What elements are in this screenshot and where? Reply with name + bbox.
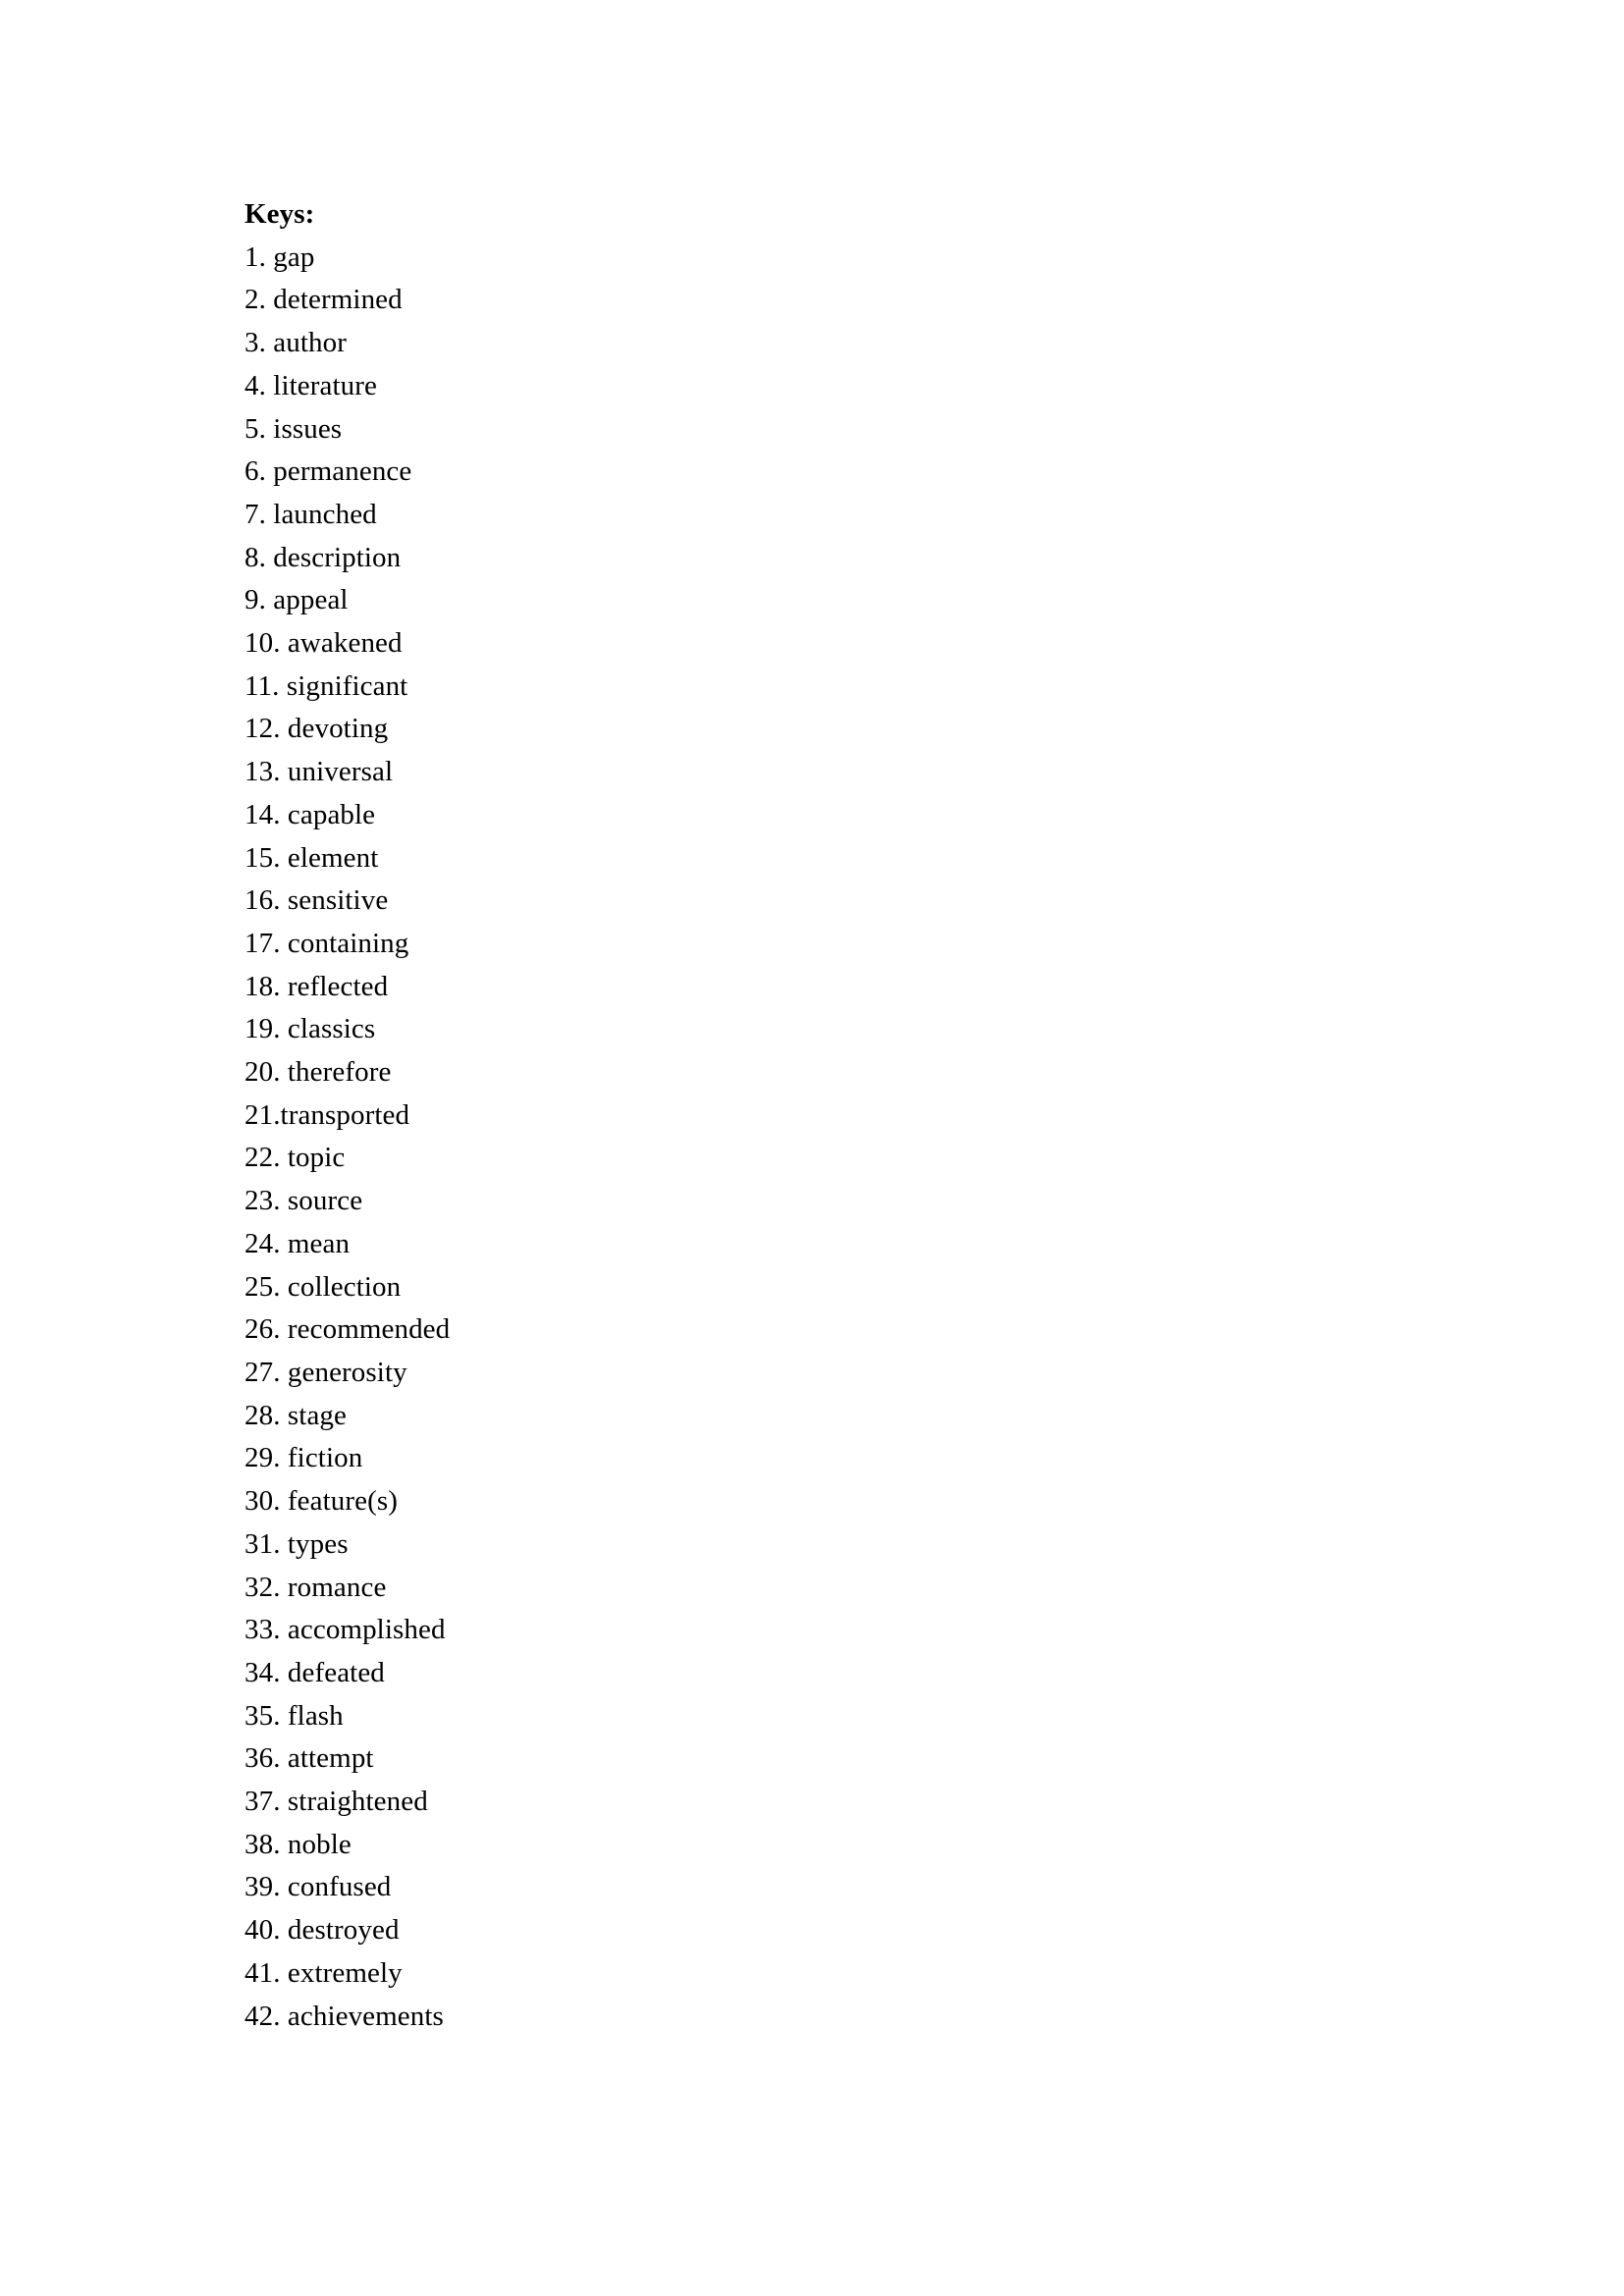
list-item: 20. therefore	[244, 1056, 392, 1089]
list-item: 9. appeal	[244, 584, 349, 616]
list-item: 29. fiction	[244, 1442, 363, 1474]
list-item: 36. attempt	[244, 1742, 374, 1775]
list-item: 39. confused	[244, 1871, 392, 1903]
page-title: Keys:	[244, 198, 315, 230]
list-item: 15. element	[244, 841, 379, 874]
list-item: 18. reflected	[244, 970, 389, 1002]
list-item: 33. accomplished	[244, 1614, 446, 1646]
answer-key-block: Keys: 1. gap 2. determined 3. author 4. …	[244, 193, 1423, 2038]
list-item: 16. sensitive	[244, 884, 389, 917]
list-item: 14. capable	[244, 798, 376, 830]
list-item: 34. defeated	[244, 1656, 385, 1688]
list-item: 32. romance	[244, 1571, 387, 1603]
list-item: 38. noble	[244, 1828, 352, 1860]
list-item: 22. topic	[244, 1142, 346, 1174]
list-item: 21.transported	[244, 1098, 410, 1131]
list-item: 3. author	[244, 327, 347, 359]
list-item: 11. significant	[244, 669, 408, 702]
list-item: 19. classics	[244, 1013, 376, 1045]
list-item: 26. recommended	[244, 1313, 451, 1346]
list-item: 7. launched	[244, 498, 377, 530]
list-item: 40. destroyed	[244, 1914, 400, 1947]
list-item: 13. universal	[244, 756, 394, 788]
list-item: 5. issues	[244, 412, 343, 445]
list-item: 17. containing	[244, 927, 409, 959]
list-item: 31. types	[244, 1527, 349, 1560]
list-item: 25. collection	[244, 1270, 402, 1303]
list-item: 37. straightened	[244, 1786, 428, 1818]
list-item: 28. stage	[244, 1399, 347, 1431]
answer-key-list: 1. gap 2. determined 3. author 4. litera…	[244, 237, 1423, 2039]
list-item: 1. gap	[244, 240, 315, 273]
list-item: 2. determined	[244, 284, 403, 316]
list-item: 4. literature	[244, 369, 377, 401]
list-item: 23. source	[244, 1185, 363, 1217]
list-item: 27. generosity	[244, 1356, 407, 1388]
list-item: 8. description	[244, 541, 402, 573]
list-item: 42. achievements	[244, 2000, 444, 2032]
list-item: 30. feature(s)	[244, 1485, 398, 1518]
list-item: 12. devoting	[244, 713, 389, 745]
list-item: 6. permanence	[244, 455, 412, 488]
list-item: 24. mean	[244, 1227, 351, 1259]
list-item: 35. flash	[244, 1699, 344, 1732]
list-item: 41. extremely	[244, 1956, 403, 1989]
list-item: 10. awakened	[244, 627, 403, 660]
document-page: Keys: 1. gap 2. determined 3. author 4. …	[0, 0, 1624, 2296]
